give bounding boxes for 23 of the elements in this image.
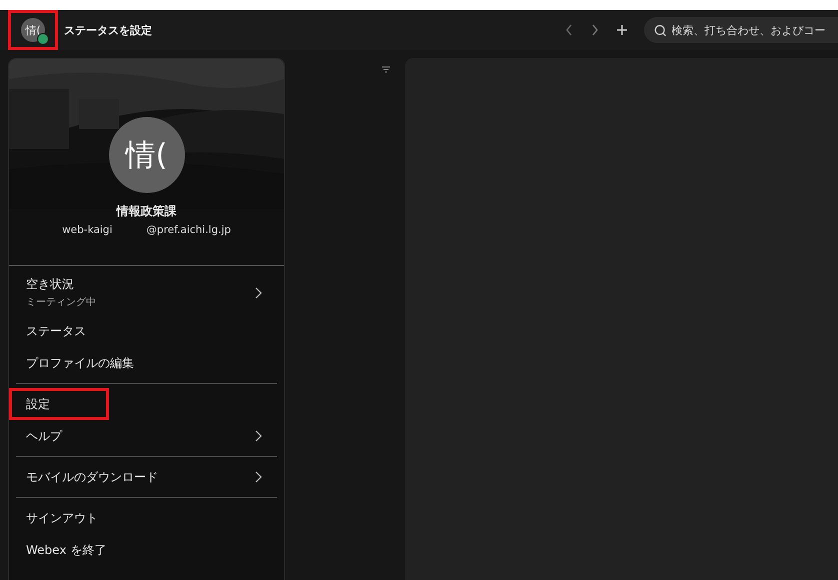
- availability-status: ミーティング中: [26, 296, 96, 309]
- menu-item[interactable]: 空き状況 ミーティング中: [9, 270, 284, 315]
- menu-item-label: 空き状況: [26, 276, 75, 293]
- plus-icon[interactable]: [616, 24, 628, 36]
- filter-icon[interactable]: [382, 66, 390, 73]
- email-user: web-kaigi: [62, 224, 112, 236]
- search-field[interactable]: 検索、打ち合わせ、およびコー: [644, 17, 838, 43]
- search-icon: [654, 24, 667, 36]
- menu-item[interactable]: ステータス: [9, 315, 284, 347]
- menu-item[interactable]: プロファイルの編集: [9, 347, 284, 379]
- set-status-link[interactable]: ステータスを設定: [64, 22, 152, 38]
- menu-item[interactable]: サインアウト: [9, 502, 284, 534]
- chevron-icon: [255, 430, 262, 442]
- user-name: 情報政策課: [116, 203, 176, 220]
- menu-item[interactable]: 設定: [9, 388, 109, 420]
- chevron-icon: [255, 286, 262, 298]
- email-domain: @pref.aichi.lg.jp: [146, 224, 231, 236]
- menu-item[interactable]: モバイルのダウンロード: [9, 461, 284, 493]
- menu-item[interactable]: Webex を終了: [9, 534, 284, 566]
- chevron-icon: [255, 471, 262, 483]
- forward-icon[interactable]: [590, 23, 600, 37]
- menu-item[interactable]: ヘルプ: [9, 420, 284, 452]
- back-icon[interactable]: [564, 23, 574, 37]
